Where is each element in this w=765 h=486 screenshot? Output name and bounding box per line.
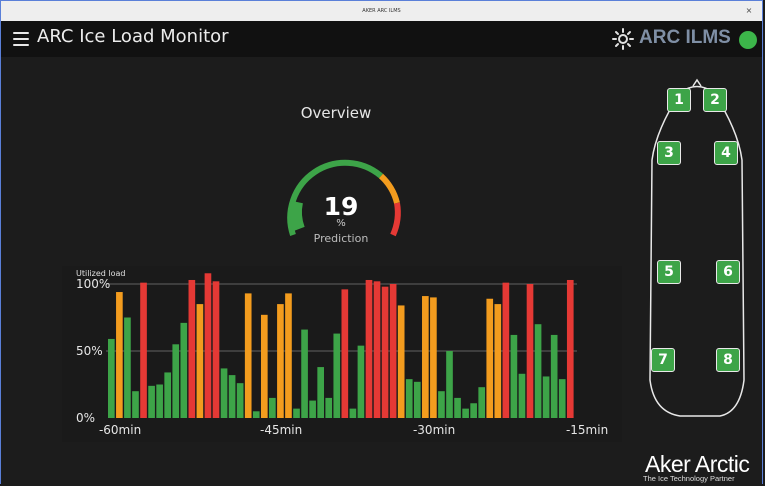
compartment-7[interactable]: 7 bbox=[651, 348, 675, 372]
ship-bow bbox=[692, 78, 702, 87]
compartment-1[interactable]: 1 bbox=[667, 88, 691, 112]
compartment-2[interactable]: 2 bbox=[703, 88, 727, 112]
compartment-6[interactable]: 6 bbox=[716, 260, 740, 284]
compartment-4[interactable]: 4 bbox=[714, 141, 738, 165]
ship-outline bbox=[649, 78, 745, 417]
compartment-3[interactable]: 3 bbox=[657, 141, 681, 165]
logo-tagline: The Ice Technology Partner bbox=[643, 474, 735, 483]
compartment-5[interactable]: 5 bbox=[657, 260, 681, 284]
compartment-8[interactable]: 8 bbox=[716, 348, 740, 372]
